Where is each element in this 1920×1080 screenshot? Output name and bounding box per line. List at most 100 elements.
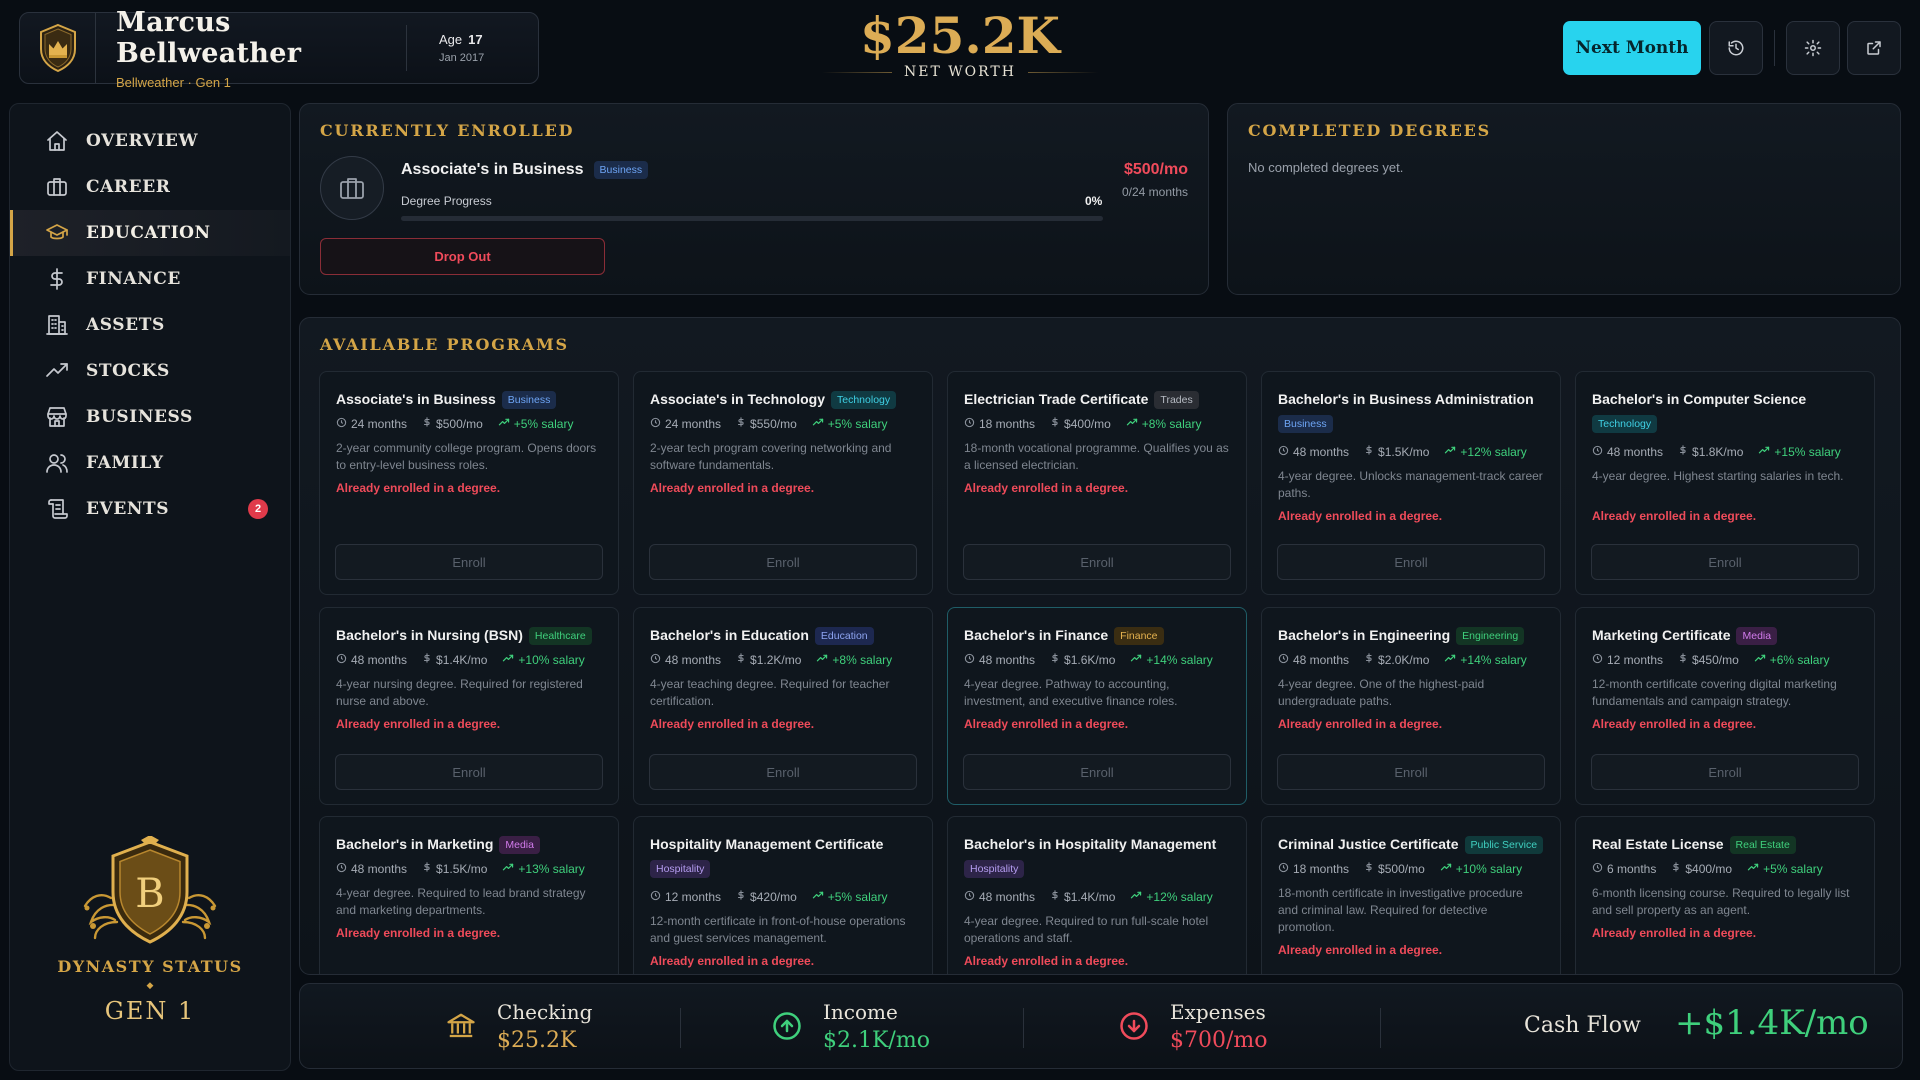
divider: [1380, 1008, 1381, 1048]
program-title: Bachelor's in Marketing Media: [336, 833, 608, 855]
program-title: Bachelor's in Finance Finance: [964, 624, 1236, 646]
program-card: Bachelor's in Engineering Engineering 48 m…: [1261, 607, 1561, 805]
program-salary-boost: +5% salary: [827, 889, 888, 904]
enrollment-warning: Already enrolled in a degree.: [1592, 926, 1757, 940]
program-meta: 48 months $2.0K/mo +14% salary: [1278, 652, 1542, 667]
cash-flow-value: +$1.4K/mo: [1675, 1003, 1869, 1043]
program-meta: 12 months $450/mo +6% salary: [1592, 652, 1844, 667]
enrollment-warning: Already enrolled in a degree.: [650, 954, 815, 968]
clock-icon: [964, 890, 975, 904]
program-salary-boost: +14% salary: [1460, 652, 1527, 667]
enroll-button[interactable]: Enroll: [963, 544, 1231, 580]
category-tag: Finance: [1114, 627, 1164, 645]
enrollment-warning: Already enrolled in a degree.: [650, 481, 815, 495]
program-duration: 48 months: [665, 652, 722, 667]
sidebar-item-stocks[interactable]: STOCKS: [10, 348, 290, 394]
crown-crest-icon: [20, 13, 96, 83]
drop-out-button[interactable]: Drop Out: [320, 238, 605, 275]
panel-title: AVAILABLE PROGRAMS: [320, 335, 569, 354]
arrow-down-circle-icon: [1114, 1011, 1154, 1041]
program-meta: 18 months $500/mo +10% salary: [1278, 861, 1537, 876]
program-title: Marketing Certificate Media: [1592, 624, 1864, 646]
clock-icon: [650, 890, 661, 904]
enrolled-cost: $500/mo: [1123, 161, 1188, 178]
program-cost: $420/mo: [750, 889, 797, 904]
clock-icon: [964, 653, 975, 667]
enroll-button[interactable]: Enroll: [1277, 754, 1545, 790]
gear-icon: [1804, 39, 1822, 57]
sidebar-item-label: EVENTS: [86, 499, 170, 519]
program-card: Associate's in Technology Technology 24 mo…: [633, 371, 933, 595]
program-duration: 48 months: [979, 889, 1036, 904]
program-duration: 18 months: [979, 416, 1036, 431]
sidebar-item-finance[interactable]: FINANCE: [10, 256, 290, 302]
external-link-button[interactable]: [1847, 21, 1901, 75]
sidebar-item-overview[interactable]: OVERVIEW: [10, 118, 290, 164]
program-card: Bachelor's in Nursing (BSN) Healthcare 48 …: [319, 607, 619, 805]
degree-progress-percent: 0%: [1085, 194, 1103, 208]
enroll-button[interactable]: Enroll: [1277, 544, 1545, 580]
enroll-button[interactable]: Enroll: [649, 754, 917, 790]
program-card: Bachelor's in Education Education 48 month…: [633, 607, 933, 805]
program-cost: $1.5K/mo: [436, 861, 488, 876]
dynasty-crest-icon: B: [83, 835, 217, 944]
program-title: Bachelor's in Business Administration Bus…: [1278, 388, 1550, 434]
sidebar-item-education[interactable]: EDUCATION: [10, 210, 290, 256]
category-tag: Business: [1278, 415, 1333, 433]
history-button[interactable]: [1709, 21, 1763, 75]
program-description: 4-year degree. Highest starting salaries…: [1592, 469, 1844, 483]
category-tag: Hospitality: [650, 860, 711, 878]
program-name: Bachelor's in Business Administration: [1278, 391, 1534, 407]
sidebar-item-assets[interactable]: ASSETS: [10, 302, 290, 348]
trend-up-icon: [816, 653, 828, 667]
program-cost: $1.2K/mo: [750, 652, 802, 667]
sidebar-item-career[interactable]: CAREER: [10, 164, 290, 210]
program-title: Hospitality Management Certificate Hospit…: [650, 833, 922, 879]
sidebar-item-label: EDUCATION: [86, 223, 211, 243]
dollar-icon: [422, 416, 432, 431]
enroll-button[interactable]: Enroll: [963, 754, 1231, 790]
program-card: Bachelor's in Computer Science Technology…: [1575, 371, 1875, 595]
program-cost: $500/mo: [436, 416, 483, 431]
settings-button[interactable]: [1786, 21, 1840, 75]
degree-progress-label: Degree Progress: [401, 194, 492, 208]
program-description: 2-year community college program. Opens …: [336, 441, 597, 472]
empty-state: No completed degrees yet.: [1248, 160, 1404, 175]
category-tag: Technology: [1592, 415, 1658, 433]
people-icon: [42, 451, 72, 475]
program-duration: 48 months: [351, 652, 408, 667]
enroll-button[interactable]: Enroll: [335, 544, 603, 580]
category-tag: Hospitality: [964, 860, 1025, 878]
enroll-button[interactable]: Enroll: [1591, 544, 1859, 580]
enrollment-warning: Already enrolled in a degree.: [1278, 717, 1443, 731]
briefcase-icon: [320, 156, 384, 220]
program-card: Bachelor's in Marketing Media 48 months $1.…: [319, 816, 619, 974]
category-tag: Engineering: [1456, 627, 1525, 645]
sidebar-item-label: OVERVIEW: [86, 131, 199, 151]
divider: [1023, 1008, 1024, 1048]
sidebar: OVERVIEW CAREER EDUCATION FINANCE ASSETS STOC…: [9, 103, 291, 1071]
dollar-icon: [736, 416, 746, 431]
trend-up-icon: [1130, 890, 1142, 904]
program-card: Criminal Justice Certificate Public Servi…: [1261, 816, 1561, 974]
sidebar-item-business[interactable]: BUSINESS: [10, 394, 290, 440]
program-name: Bachelor's in Finance: [964, 627, 1109, 643]
program-cost: $1.4K/mo: [1064, 889, 1116, 904]
program-description: 6-month licensing course. Required to le…: [1592, 886, 1850, 917]
program-name: Bachelor's in Hospitality Management: [964, 836, 1217, 852]
enroll-button[interactable]: Enroll: [649, 544, 917, 580]
program-meta: 48 months $1.8K/mo +15% salary: [1592, 444, 1856, 459]
history-icon: [1728, 40, 1744, 56]
enroll-button[interactable]: Enroll: [335, 754, 603, 790]
program-name: Marketing Certificate: [1592, 627, 1731, 643]
sidebar-item-family[interactable]: FAMILY: [10, 440, 290, 486]
dollar-icon: [736, 889, 746, 904]
program-duration: 12 months: [665, 889, 722, 904]
enrollment-warning: Already enrolled in a degree.: [964, 717, 1129, 731]
program-salary-boost: +5% salary: [513, 416, 574, 431]
category-tag: Healthcare: [528, 627, 592, 645]
sidebar-item-events[interactable]: EVENTS 2: [10, 486, 290, 532]
next-month-button[interactable]: Next Month: [1563, 21, 1701, 75]
enroll-button[interactable]: Enroll: [1591, 754, 1859, 790]
clock-icon: [964, 417, 975, 431]
